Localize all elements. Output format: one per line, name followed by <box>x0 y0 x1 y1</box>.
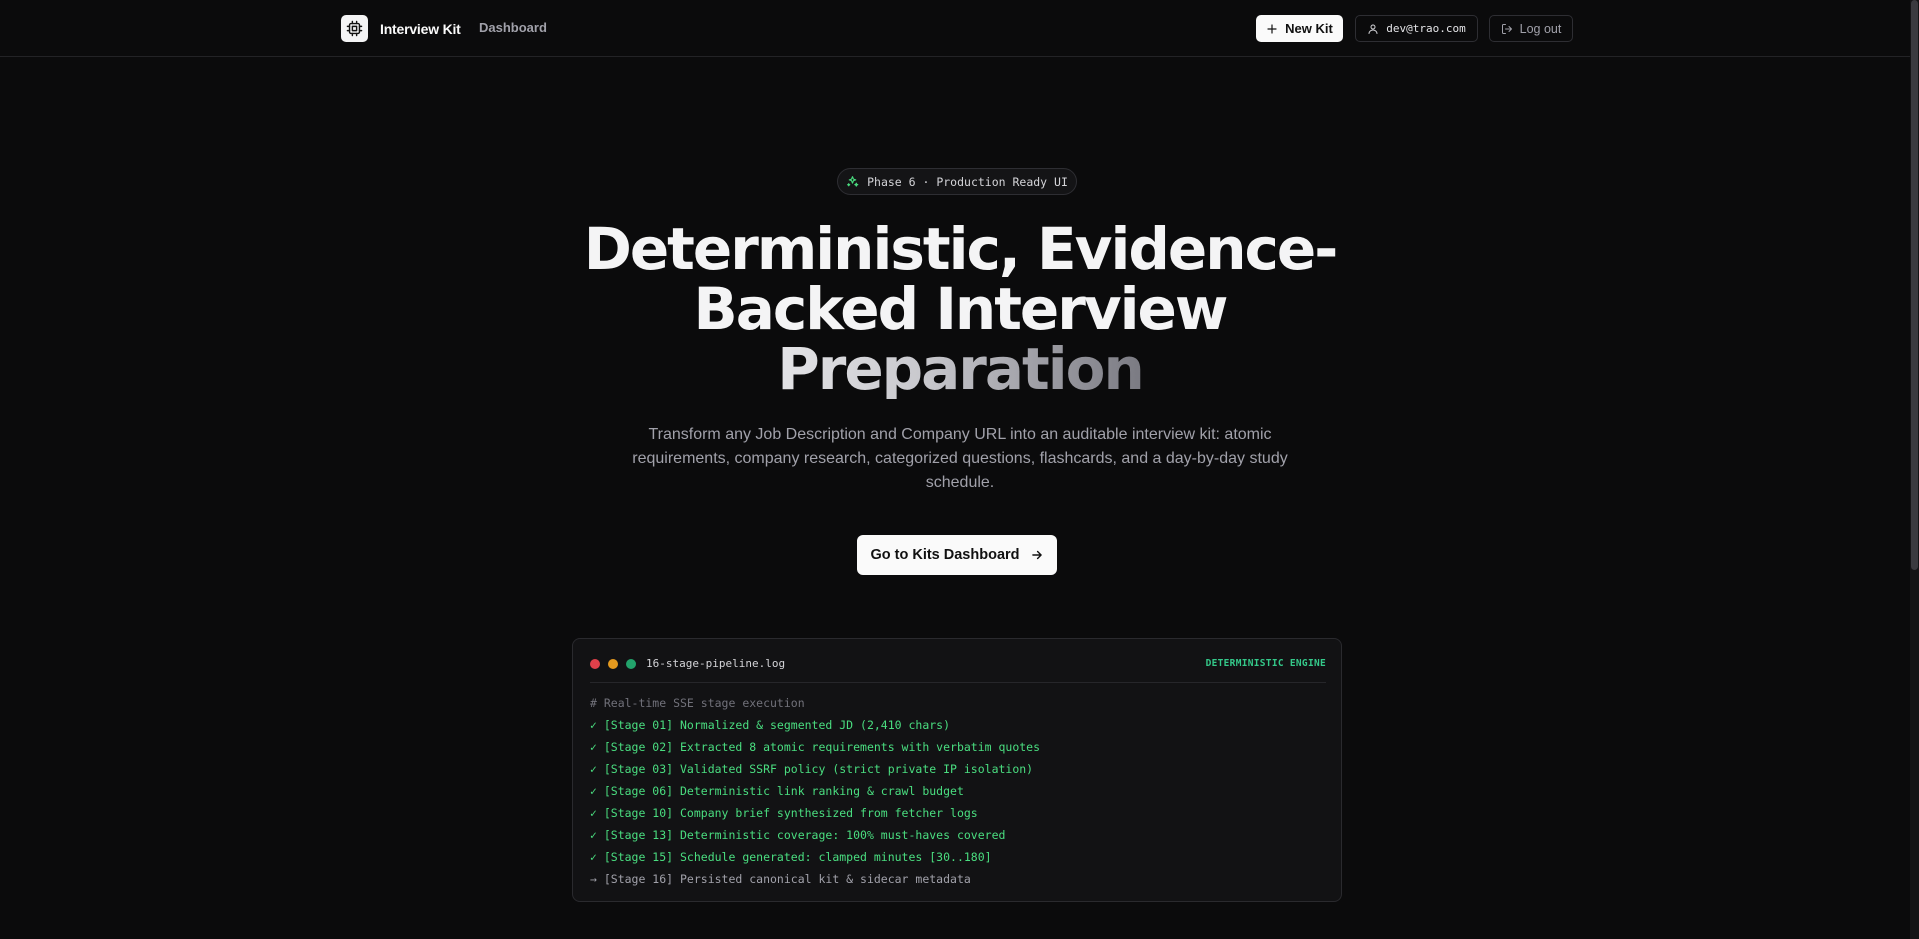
logout-icon <box>1501 23 1512 34</box>
pipeline-log-terminal: 16-stage-pipeline.log DETERMINISTIC ENGI… <box>572 638 1342 902</box>
cpu-icon <box>341 15 368 42</box>
log-line: # Real-time SSE stage execution <box>590 696 805 710</box>
scrollbar-thumb[interactable] <box>1911 0 1918 570</box>
logout-button[interactable]: Log out <box>1489 15 1573 42</box>
hero-description: Transform any Job Description and Compan… <box>632 426 1288 491</box>
log-line: ✓ [Stage 15] Schedule generated: clamped… <box>590 850 992 864</box>
go-to-dashboard-button[interactable]: Go to Kits Dashboard <box>857 535 1057 575</box>
hero-title-line-1: Deterministic, Evidence- <box>583 215 1339 283</box>
window-close-dot <box>590 659 600 669</box>
new-kit-button[interactable]: New Kit <box>1256 15 1343 42</box>
engine-tag: DETERMINISTIC ENGINE <box>1205 658 1326 669</box>
brand-name: Interview Kit <box>380 20 461 37</box>
hero-title-line-2: Backed Interview <box>693 275 1229 343</box>
window-maximize-dot <box>626 659 636 669</box>
log-line: → [Stage 16] Persisted canonical kit & s… <box>590 872 971 886</box>
terminal-log: # Real-time SSE stage execution ✓ [Stage … <box>590 692 1326 890</box>
terminal-header: 16-stage-pipeline.log DETERMINISTIC ENGI… <box>590 651 1326 683</box>
phase-badge: Phase 6 · Production Ready UI <box>837 168 1077 195</box>
log-line: ✓ [Stage 01] Normalized & segmented JD (… <box>590 718 951 732</box>
phase-badge-text: Phase 6 · Production Ready UI <box>867 174 1068 189</box>
new-kit-label: New Kit <box>1285 21 1333 36</box>
user-email: dev@trao.com <box>1386 22 1466 35</box>
nav-link-dashboard[interactable]: Dashboard <box>479 20 547 35</box>
arrow-right-icon <box>1031 550 1042 560</box>
hero-title: Deterministic, Evidence- Backed Intervie… <box>560 219 1360 399</box>
hero-title-line-3: Preparation <box>777 335 1145 403</box>
scrollbar[interactable] <box>1910 0 1919 939</box>
logout-label: Log out <box>1519 21 1562 36</box>
log-line: ✓ [Stage 06] Deterministic link ranking … <box>590 784 964 798</box>
window-minimize-dot <box>608 659 618 669</box>
terminal-filename: 16-stage-pipeline.log <box>646 657 786 670</box>
log-line: ✓ [Stage 03] Validated SSRF policy (stri… <box>590 762 1034 776</box>
log-line: ✓ [Stage 10] Company brief synthesized f… <box>590 806 978 820</box>
log-line: ✓ [Stage 02] Extracted 8 atomic requirem… <box>590 740 1041 754</box>
log-line: ✓ [Stage 13] Deterministic coverage: 100… <box>590 828 1006 842</box>
top-navbar: Interview Kit Dashboard New Kit dev@trao… <box>0 0 1919 57</box>
cta-label: Go to Kits Dashboard <box>870 547 1020 563</box>
brand[interactable]: Interview Kit <box>341 15 461 42</box>
user-chip[interactable]: dev@trao.com <box>1355 15 1478 42</box>
plus-icon <box>1267 23 1277 34</box>
user-icon <box>1368 24 1378 34</box>
sparkles-icon <box>847 176 859 187</box>
